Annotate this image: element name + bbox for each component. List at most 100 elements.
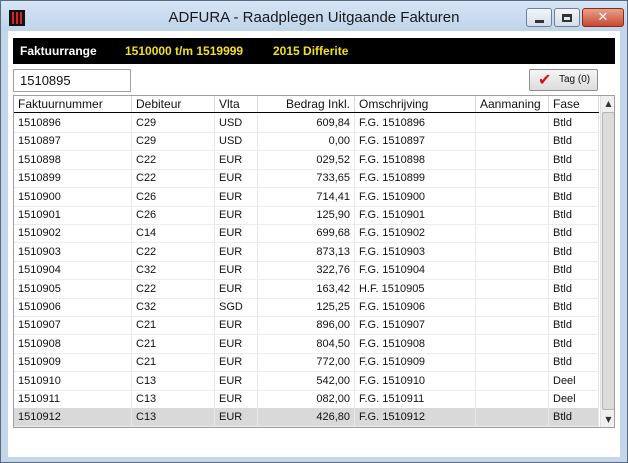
- table-row[interactable]: 1510904 C32 EUR 322,76 F.G. 1510904 Btld: [14, 261, 599, 281]
- vertical-scrollbar[interactable]: ▲ ▼: [600, 96, 614, 427]
- cell-debiteur: C22: [132, 169, 215, 188]
- column-header-omschrijving[interactable]: Omschrijving: [355, 96, 476, 112]
- column-header-aanmaning[interactable]: Aanmaning: [476, 96, 549, 112]
- tag-button[interactable]: ✔ Tag (0): [529, 69, 598, 91]
- cell-fase: Btld: [549, 242, 599, 261]
- close-icon: ✕: [597, 10, 609, 25]
- cell-aanmaning: [476, 334, 549, 353]
- cell-bedrag: 082,00: [258, 390, 355, 408]
- table-row[interactable]: 1510902 C14 EUR 699,68 F.G. 1510902 Btld: [14, 224, 599, 244]
- cell-faktuurnummer: 1510904: [14, 261, 132, 280]
- table-row[interactable]: 1510907 C21 EUR 896,00 F.G. 1510907 Btld: [14, 316, 599, 336]
- cell-omschrijving: F.G. 1510898: [355, 150, 476, 169]
- table-row[interactable]: 1510911 C13 EUR 082,00 F.G. 1510911 Deel: [14, 390, 599, 409]
- cell-valuta: EUR: [215, 353, 258, 372]
- cell-omschrijving: F.G. 1510903: [355, 242, 476, 261]
- cell-faktuurnummer: 1510899: [14, 169, 132, 188]
- table-row[interactable]: 1510912 C13 EUR 426,80 F.G. 1510912 Btld: [14, 408, 599, 427]
- table-row[interactable]: 1510896 C29 USD 609,84 F.G. 1510896 Btld: [14, 114, 599, 133]
- cell-valuta: EUR: [215, 334, 258, 353]
- column-header-faktuurnummer[interactable]: Faktuurnummer: [14, 96, 132, 112]
- cell-valuta: EUR: [215, 150, 258, 169]
- cell-debiteur: C22: [132, 242, 215, 261]
- cell-fase: Btld: [549, 187, 599, 206]
- cell-valuta: EUR: [215, 187, 258, 206]
- cell-aanmaning: [476, 390, 549, 408]
- cell-fase: Btld: [549, 114, 599, 132]
- cell-omschrijving: F.G. 1510909: [355, 353, 476, 372]
- cell-bedrag: 029,52: [258, 150, 355, 169]
- cell-bedrag: 0,00: [258, 132, 355, 151]
- table-row[interactable]: 1510910 C13 EUR 542,00 F.G. 1510910 Deel: [14, 371, 599, 391]
- table-row[interactable]: 1510901 C26 EUR 125,90 F.G. 1510901 Btld: [14, 206, 599, 225]
- cell-omschrijving: F.G. 1510896: [355, 114, 476, 132]
- cell-aanmaning: [476, 206, 549, 224]
- cell-valuta: USD: [215, 114, 258, 132]
- cell-bedrag: 426,80: [258, 408, 355, 427]
- maximize-button[interactable]: [554, 8, 580, 27]
- column-header-fase[interactable]: Fase: [549, 96, 599, 112]
- table-row[interactable]: 1510909 C21 EUR 772,00 F.G. 1510909 Btld: [14, 353, 599, 373]
- table-row[interactable]: 1510900 C26 EUR 714,41 F.G. 1510900 Btld: [14, 187, 599, 207]
- cell-debiteur: C13: [132, 390, 215, 408]
- cell-aanmaning: [476, 298, 549, 316]
- cell-bedrag: 873,13: [258, 242, 355, 261]
- cell-valuta: EUR: [215, 261, 258, 280]
- table-row[interactable]: 1510898 C22 EUR 029,52 F.G. 1510898 Btld: [14, 150, 599, 170]
- cell-fase: Btld: [549, 150, 599, 169]
- cell-bedrag: 542,00: [258, 371, 355, 390]
- cell-aanmaning: [476, 353, 549, 372]
- table-header: Faktuurnummer Debiteur Vlta Bedrag Inkl.…: [14, 96, 599, 113]
- scroll-down-icon[interactable]: ▼: [601, 412, 614, 427]
- cell-aanmaning: [476, 114, 549, 132]
- scroll-up-icon[interactable]: ▲: [601, 96, 614, 111]
- cell-fase: Deel: [549, 371, 599, 390]
- column-header-bedrag[interactable]: Bedrag Inkl.: [258, 96, 355, 112]
- cell-omschrijving: F.G. 1510910: [355, 371, 476, 390]
- invoice-search-input[interactable]: [13, 69, 131, 92]
- table-row[interactable]: 1510906 C32 SGD 125,25 F.G. 1510906 Btld: [14, 298, 599, 317]
- cell-debiteur: C13: [132, 408, 215, 427]
- cell-debiteur: C32: [132, 261, 215, 280]
- checkmark-icon: ✔: [538, 70, 552, 89]
- cell-fase: Btld: [549, 224, 599, 243]
- cell-aanmaning: [476, 371, 549, 390]
- scroll-thumb[interactable]: [602, 112, 614, 410]
- cell-bedrag: 125,25: [258, 298, 355, 316]
- cell-omschrijving: F.G. 1510911: [355, 390, 476, 408]
- cell-faktuurnummer: 1510905: [14, 279, 132, 298]
- cell-faktuurnummer: 1510908: [14, 334, 132, 353]
- table-row[interactable]: 1510905 C22 EUR 163,42 H.F. 1510905 Btld: [14, 279, 599, 299]
- cell-omschrijving: F.G. 1510907: [355, 316, 476, 335]
- table-row[interactable]: 1510899 C22 EUR 733,65 F.G. 1510899 Btld: [14, 169, 599, 189]
- cell-faktuurnummer: 1510900: [14, 187, 132, 206]
- cell-omschrijving: F.G. 1510901: [355, 206, 476, 224]
- cell-faktuurnummer: 1510906: [14, 298, 132, 316]
- close-button[interactable]: ✕: [582, 8, 624, 27]
- cell-omschrijving: F.G. 1510912: [355, 408, 476, 427]
- cell-fase: Btld: [549, 316, 599, 335]
- cell-omschrijving: H.F. 1510905: [355, 279, 476, 298]
- column-header-valuta[interactable]: Vlta: [215, 96, 258, 112]
- cell-fase: Deel: [549, 390, 599, 408]
- title-bar[interactable]: ADFURA - Raadplegen Uitgaande Fakturen ✕: [1, 1, 627, 31]
- column-header-debiteur[interactable]: Debiteur: [132, 96, 215, 112]
- cell-bedrag: 125,90: [258, 206, 355, 224]
- minimize-button[interactable]: [526, 8, 552, 27]
- cell-aanmaning: [476, 187, 549, 206]
- cell-faktuurnummer: 1510907: [14, 316, 132, 335]
- invoice-range-bar: Faktuurrange 1510000 t/m 1519999 2015 Di…: [13, 38, 615, 64]
- tag-button-label: Tag (0): [559, 74, 591, 85]
- table-row[interactable]: 1510903 C22 EUR 873,13 F.G. 1510903 Btld: [14, 242, 599, 262]
- cell-valuta: EUR: [215, 279, 258, 298]
- cell-fase: Btld: [549, 169, 599, 188]
- cell-fase: Btld: [549, 132, 599, 151]
- table-row[interactable]: 1510908 C21 EUR 804,50 F.G. 1510908 Btld: [14, 334, 599, 354]
- cell-omschrijving: F.G. 1510899: [355, 169, 476, 188]
- cell-aanmaning: [476, 261, 549, 280]
- cell-omschrijving: F.G. 1510900: [355, 187, 476, 206]
- invoice-table: Faktuurnummer Debiteur Vlta Bedrag Inkl.…: [13, 95, 615, 428]
- table-row[interactable]: 1510897 C29 USD 0,00 F.G. 1510897 Btld: [14, 132, 599, 152]
- cell-valuta: EUR: [215, 224, 258, 243]
- cell-fase: Btld: [549, 261, 599, 280]
